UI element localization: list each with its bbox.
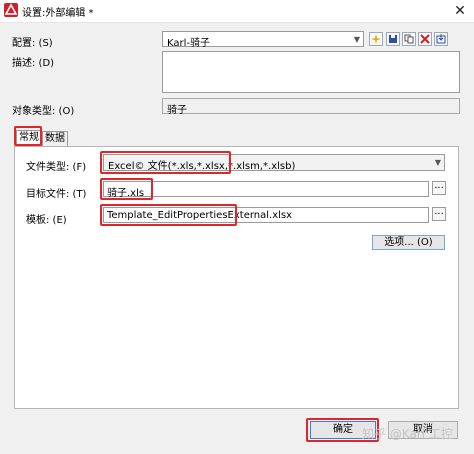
- template-highlight: [100, 204, 237, 226]
- object-type-label: 对象类型: (O): [12, 106, 75, 117]
- copy-icon: [404, 34, 414, 44]
- save-config-button[interactable]: [386, 32, 400, 46]
- new-config-button[interactable]: [369, 32, 383, 46]
- save-icon: [389, 35, 397, 43]
- options-button[interactable]: 选项... (O): [372, 235, 445, 250]
- window-title: 设置:外部编辑 *: [22, 8, 94, 19]
- object-type-value: 骑子: [167, 105, 187, 116]
- filetype-highlight: [100, 151, 231, 174]
- config-select[interactable]: Karl-骑子 ▼: [162, 31, 364, 49]
- config-label: 配置: (S): [12, 38, 53, 49]
- target-file-highlight: [100, 178, 153, 200]
- app-logo-icon: [4, 3, 18, 17]
- object-type-field: 骑子: [162, 98, 460, 116]
- export-config-button[interactable]: [434, 32, 448, 46]
- delete-icon: [420, 34, 430, 44]
- chevron-down-icon: ▼: [434, 158, 441, 167]
- description-field[interactable]: [162, 51, 460, 93]
- template-label: 模板: (E): [26, 215, 67, 226]
- config-select-value: Karl-骑子: [167, 38, 211, 49]
- new-icon: [371, 34, 381, 44]
- description-label: 描述: (D): [12, 58, 55, 69]
- copy-config-button[interactable]: [402, 32, 416, 46]
- template-browse-button[interactable]: ...: [432, 207, 446, 221]
- tab-data[interactable]: 数据: [42, 131, 68, 147]
- export-icon: [436, 34, 446, 44]
- filetype-label: 文件类型: (F): [26, 162, 87, 173]
- watermark: 知乎 @Karl 工控: [362, 427, 453, 441]
- tab-general-highlight: [14, 126, 42, 146]
- chevron-down-icon: ▼: [353, 35, 360, 44]
- close-button[interactable]: ✕: [450, 2, 470, 20]
- target-browse-button[interactable]: ...: [432, 181, 446, 195]
- target-file-label: 目标文件: (T): [26, 189, 87, 200]
- delete-config-button[interactable]: [418, 32, 432, 46]
